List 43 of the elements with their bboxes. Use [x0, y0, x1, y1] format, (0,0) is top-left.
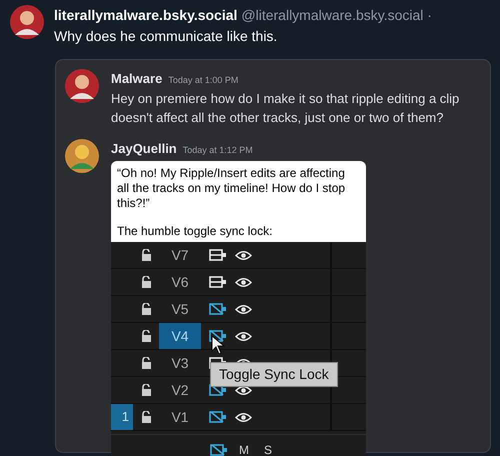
avatar — [65, 69, 99, 103]
track-label[interactable]: V2 — [159, 377, 201, 403]
caption-text: “Oh no! My Ripple/Insert edits are affecting all the tracks on my timeline! How do I stop this?!” — [117, 166, 346, 211]
lock-icon[interactable] — [140, 384, 152, 396]
avatar — [65, 138, 99, 172]
sync-lock-icon[interactable] — [209, 276, 227, 288]
track-toggle[interactable]: M — [232, 440, 256, 456]
eye-icon[interactable] — [234, 250, 252, 260]
message-time: Today at 1:00 PM — [168, 74, 238, 87]
eye-icon[interactable] — [234, 330, 252, 342]
message-text: Hey on premiere how do I make it so that ripple editing a clip doesn't affect all the other tracks, just one or two of them? — [111, 90, 460, 126]
eye-icon[interactable] — [234, 304, 252, 314]
caption-text: The humble toggle sync lock: — [117, 224, 274, 239]
lock-icon[interactable] — [140, 357, 152, 369]
author-handle[interactable]: @literallymalware.bsky.social · — [241, 5, 432, 26]
sync-lock-icon[interactable] — [210, 444, 228, 456]
track-label[interactable]: V7 — [159, 242, 201, 268]
eye-icon[interactable] — [234, 276, 252, 288]
post-text: Why does he communicate like this. — [54, 27, 278, 46]
lock-icon[interactable] — [140, 303, 152, 315]
author-name[interactable]: literallymalware.bsky.social — [54, 5, 238, 26]
message-time: Today at 1:12 PM — [182, 144, 253, 157]
track-label[interactable]: V3 — [159, 350, 201, 376]
avatar — [10, 5, 44, 39]
lock-icon[interactable] — [140, 411, 152, 423]
track-label[interactable]: V5 — [159, 296, 201, 322]
track-label[interactable]: V6 — [159, 269, 201, 295]
sync-lock-icon[interactable] — [209, 330, 227, 342]
source-patch[interactable]: 1 — [111, 404, 133, 430]
lock-icon[interactable] — [140, 276, 152, 288]
message-author[interactable]: Malware — [111, 69, 162, 88]
lock-icon[interactable] — [140, 330, 152, 342]
sync-lock-icon[interactable] — [209, 249, 227, 261]
message-author[interactable]: JayQuellin — [111, 138, 177, 158]
sync-lock-icon[interactable] — [209, 303, 227, 315]
tooltip: Toggle Sync Lock — [210, 362, 338, 387]
eye-icon[interactable] — [234, 384, 252, 396]
lock-icon[interactable] — [140, 249, 152, 261]
eye-icon[interactable] — [234, 412, 252, 422]
track-label[interactable]: V4 — [159, 323, 201, 349]
track-label[interactable]: V1 — [159, 404, 201, 430]
track-toggle[interactable]: S — [256, 440, 280, 456]
sync-lock-icon[interactable] — [209, 411, 227, 423]
